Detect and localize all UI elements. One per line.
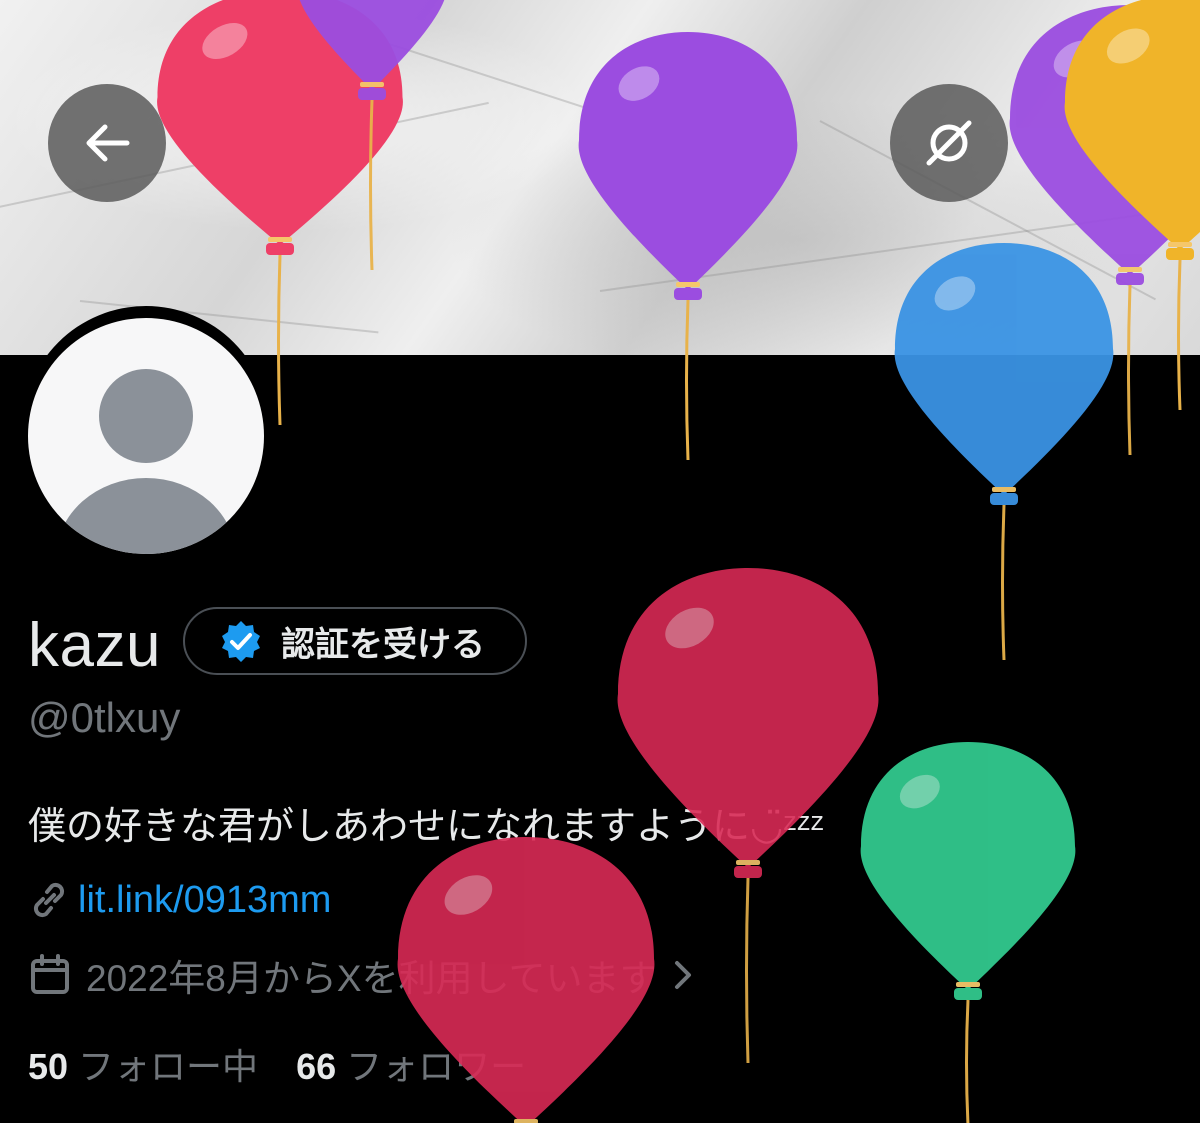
back-button[interactable] (48, 84, 166, 202)
display-name: kazu (28, 611, 161, 680)
following-label: フォロー中 (78, 1046, 259, 1087)
eye-slash-icon (926, 120, 972, 166)
verified-badge-icon (222, 621, 260, 662)
chevron-right-icon (675, 961, 692, 989)
calendar-icon (31, 954, 69, 994)
arrow-left-icon (86, 124, 130, 162)
link-icon (33, 882, 65, 918)
followers-link[interactable]: 66 フォロワー (296, 1038, 526, 1090)
default-avatar-icon (56, 369, 236, 554)
bio: 僕の好きな君がしあわせになれますように◡̈ᶻᶻᶻ (28, 806, 825, 848)
avatar[interactable] (28, 318, 264, 554)
followers-count: 66 (296, 1046, 337, 1087)
website-link[interactable]: lit.link/0913mm (78, 879, 331, 922)
joined-date: 2022年8月からXを利用しています (86, 958, 657, 999)
get-verified-button[interactable]: 認証を受ける (183, 607, 527, 675)
website-link-row: lit.link/0913mm (28, 876, 331, 924)
balloon-icon (860, 742, 1076, 1123)
joined-date-row[interactable]: 2022年8月からXを利用しています (28, 950, 698, 1000)
profile-banner[interactable] (0, 0, 1200, 355)
get-verified-label: 認証を受ける (281, 625, 485, 664)
followers-label: フォロワー (346, 1046, 527, 1087)
user-handle: @0tlxuy (28, 694, 181, 741)
follow-stats: 50 フォロー中 66 フォロワー (28, 1038, 526, 1090)
following-link[interactable]: 50 フォロー中 (28, 1038, 258, 1090)
following-count: 50 (28, 1046, 69, 1087)
hide-animation-button[interactable] (890, 84, 1008, 202)
